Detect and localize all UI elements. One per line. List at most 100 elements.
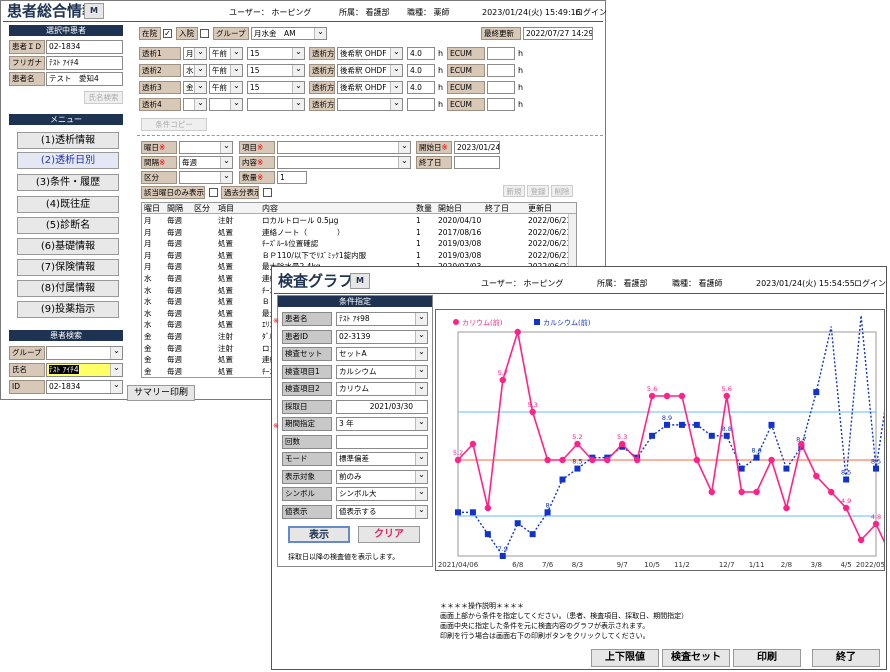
admission-checkbox[interactable] xyxy=(200,29,209,38)
field-input[interactable]: カルシウム xyxy=(336,364,428,379)
day-select[interactable]: 水 xyxy=(183,64,207,77)
cell-weekday: 金 xyxy=(144,343,152,353)
menu-medication-orders[interactable]: (9)投薬指示 xyxy=(17,301,119,318)
id-search-select[interactable]: 02-1834 xyxy=(46,380,123,394)
field-input[interactable]: 前のみ xyxy=(336,469,428,484)
calcium-data-label: 8.8 xyxy=(722,425,732,433)
cell-item: 処置 xyxy=(218,262,233,272)
day-select[interactable] xyxy=(183,98,207,111)
field-input[interactable]: 2021/03/30 xyxy=(336,399,428,414)
number-select[interactable]: 15 xyxy=(247,64,305,77)
ampm-select[interactable] xyxy=(209,98,243,111)
field-input[interactable]: ﾃｽﾄ ｱｷ98 xyxy=(336,312,428,326)
copy-conditions-button[interactable]: 条件コピー xyxy=(141,118,207,131)
role-label: 職種： 薬師 xyxy=(407,8,450,17)
test-set-button[interactable]: 検査セット xyxy=(662,649,730,667)
hours-input[interactable]: 4.0 xyxy=(407,81,435,94)
menu-attached-info[interactable]: (8)付属情報 xyxy=(17,280,119,297)
cell-weekday: 月 xyxy=(144,262,152,272)
name-search-select[interactable]: ﾃｽﾄ ｱｲﾁ4 xyxy=(46,363,123,377)
limits-button[interactable]: 上下限値 xyxy=(591,649,659,667)
day-select[interactable]: 金 xyxy=(183,81,207,94)
delete-button[interactable]: 削除 xyxy=(551,185,573,197)
menu-dialysis-daily[interactable]: (2)透析日別 xyxy=(17,152,119,169)
potassium-data-label: 5.7 xyxy=(498,369,508,377)
method-select[interactable] xyxy=(337,98,403,111)
table-row[interactable]: 月 毎週 注射 ロカルトロール 0.5μg 1 2020/04/10 2022/06/23 xyxy=(142,215,576,226)
field-input[interactable]: セットA xyxy=(336,347,428,361)
graph-dept-label: 所属： 看護部 xyxy=(597,279,648,288)
dialysis-label: 透析2 xyxy=(139,64,181,77)
table-row[interactable]: 月 毎週 処置 ＢＰ110/以下でﾘｽﾞﾐｯｸ1錠内服 1 2019/03/08 2022/… xyxy=(142,250,576,261)
ecum-input[interactable] xyxy=(487,98,515,111)
condition-header: 条件指定 xyxy=(278,296,432,307)
legend-potassium-label: カリウム(前) xyxy=(462,318,503,327)
number-select[interactable] xyxy=(247,98,305,111)
register-button[interactable]: 登録 xyxy=(527,185,549,197)
method-select[interactable]: 後希釈 OHDF xyxy=(337,81,403,94)
start-date-input[interactable]: 2023/01/24 xyxy=(454,141,500,154)
field-input[interactable]: 02-3139 xyxy=(336,329,428,344)
ecum-input[interactable] xyxy=(487,64,515,77)
menu-basic-info[interactable]: (6)基礎情報 xyxy=(17,238,119,255)
menu-conditions-history[interactable]: (3)条件・履歴 xyxy=(17,174,119,191)
in-hospital-checkbox[interactable]: ✓ xyxy=(163,29,172,38)
field-input[interactable]: シンボル大 xyxy=(336,487,428,501)
menu-diagnosis[interactable]: (5)診断名 xyxy=(17,217,119,234)
table-row[interactable]: 月 毎週 処置 連絡ノート（ ） 1 2017/08/16 2022/06/23 xyxy=(142,227,576,238)
ecum-input[interactable] xyxy=(487,47,515,60)
login-link[interactable]: ログイン xyxy=(575,9,607,17)
method-select[interactable]: 後希釈 OHDF xyxy=(337,64,403,77)
method-select[interactable]: 後希釈 OHDF xyxy=(337,47,403,60)
menu-dialysis-info[interactable]: (1)透析情報 xyxy=(17,132,119,149)
weekday-select[interactable] xyxy=(179,141,233,154)
calcium-data-label: 8.5 xyxy=(572,458,582,466)
field-input[interactable] xyxy=(336,434,428,449)
day-select[interactable]: 月 xyxy=(183,47,207,60)
graph-login-link[interactable]: ログイン xyxy=(854,280,886,288)
ecum-input[interactable] xyxy=(487,81,515,94)
graph-mode-badge[interactable]: M xyxy=(350,273,370,289)
patient-id-label: 患者ＩＤ xyxy=(9,40,45,54)
cell-updated: 2022/06/23 xyxy=(528,239,572,249)
hours-input[interactable]: 4.0 xyxy=(407,64,435,77)
hours-input[interactable] xyxy=(407,98,435,111)
potassium-data-label: 5.2 xyxy=(453,449,463,457)
number-select[interactable]: 15 xyxy=(247,47,305,60)
group-search-select[interactable] xyxy=(46,346,123,360)
past-display-checkbox[interactable] xyxy=(263,188,272,197)
field-input[interactable]: 3 年 xyxy=(336,417,428,431)
ecum-label: ECUM xyxy=(447,81,485,94)
interval-select[interactable]: 毎週 xyxy=(179,156,233,169)
number-select[interactable]: 15 xyxy=(247,81,305,94)
print-button[interactable]: 印刷 xyxy=(733,649,801,667)
table-row[interactable]: 月 毎週 処置 ﾁｰｽﾞﾙｰﾙ位置確認 1 2019/03/08 2022/06/23 xyxy=(142,238,576,249)
ampm-select[interactable]: 午前 xyxy=(209,47,243,60)
matching-weekday-checkbox[interactable] xyxy=(209,188,218,197)
end-date-input[interactable] xyxy=(454,156,500,169)
potassium-point xyxy=(798,440,805,448)
clear-button[interactable]: クリア xyxy=(358,526,420,543)
cell-item: 処置 xyxy=(218,355,233,365)
mode-badge[interactable]: M xyxy=(84,3,104,19)
field-input[interactable]: 標準偏差 xyxy=(336,452,428,466)
menu-insurance-info[interactable]: (7)保険情報 xyxy=(17,259,119,276)
content-select[interactable] xyxy=(277,156,411,169)
quantity-input[interactable]: 1 xyxy=(277,171,307,184)
item-select[interactable] xyxy=(277,141,411,154)
potassium-point xyxy=(484,504,492,512)
new-button[interactable]: 新規 xyxy=(503,185,525,197)
field-input[interactable]: 値表示する xyxy=(336,504,428,519)
group-select[interactable]: 月水金 AM xyxy=(251,27,327,40)
hours-input[interactable]: 4.0 xyxy=(407,47,435,60)
field-input[interactable]: カリウム xyxy=(336,382,428,396)
category-select[interactable] xyxy=(179,171,233,184)
summary-print-button[interactable]: サマリー印刷 xyxy=(127,385,195,401)
ampm-select[interactable]: 午前 xyxy=(209,64,243,77)
exit-button[interactable]: 終了 xyxy=(812,649,880,667)
ampm-select[interactable]: 午前 xyxy=(209,81,243,94)
potassium-point xyxy=(559,456,566,464)
menu-medical-history[interactable]: (4)既往症 xyxy=(17,196,119,213)
show-button[interactable]: 表示 xyxy=(288,526,350,543)
name-search-button[interactable]: 氏名検索 xyxy=(84,91,123,104)
